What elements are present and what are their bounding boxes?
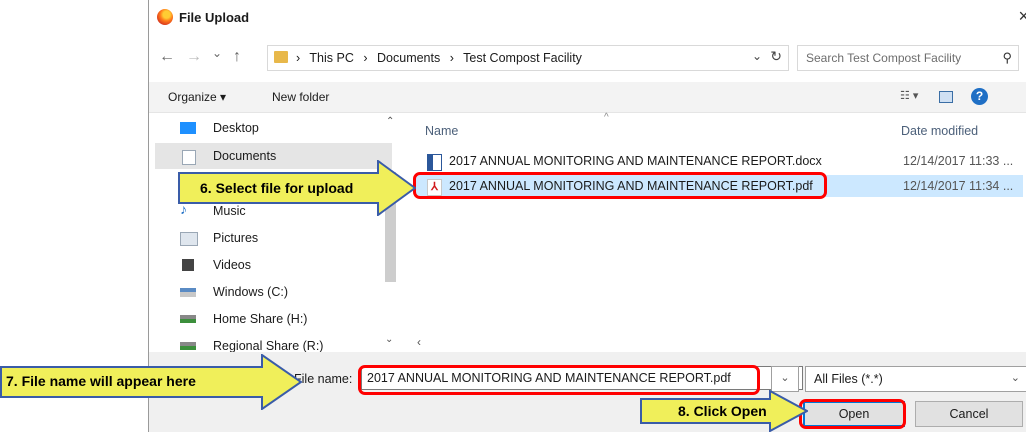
file-row[interactable]: 2017 ANNUAL MONITORING AND MAINTENANCE R…	[415, 150, 1023, 172]
navigation-bar: ← → ⌄ ↑ › This PC › Documents › Test Com…	[149, 44, 1026, 72]
organize-button[interactable]: Organize ▾	[168, 90, 226, 104]
sidebar-item-label: Pictures	[213, 231, 259, 245]
refresh-icon[interactable]: ↻	[770, 48, 782, 65]
breadcrumb-separator: ›	[296, 51, 301, 65]
file-type-select[interactable]: All Files (*.*) ⌄	[805, 366, 1026, 392]
desktop-icon	[180, 122, 196, 134]
sidebar-item-label: Videos	[213, 258, 251, 272]
word-document-icon	[427, 154, 442, 171]
breadcrumb-documents[interactable]: Documents	[377, 51, 440, 65]
search-input[interactable]: Search Test Compost Facility ⚲	[797, 45, 1019, 71]
preview-pane-icon[interactable]	[939, 91, 953, 103]
breadcrumb-test-compost-facility[interactable]: Test Compost Facility	[463, 51, 582, 65]
chevron-down-icon: ⌄	[1010, 372, 1020, 384]
search-icon: ⚲	[1002, 50, 1012, 65]
scroll-left-icon[interactable]: ‹	[417, 335, 421, 349]
change-view-icon[interactable]: ☷ ▾	[900, 89, 926, 103]
sidebar-item-desktop[interactable]: Desktop	[155, 115, 392, 141]
callout-step-6: 6. Select file for upload	[178, 160, 416, 216]
recent-locations-icon[interactable]: ⌄	[212, 46, 222, 60]
firefox-icon	[157, 9, 173, 25]
breadcrumb-this-pc[interactable]: This PC	[309, 51, 353, 65]
sidebar-item-label: Regional Share (R:)	[213, 339, 324, 353]
breadcrumb-separator: ›	[449, 51, 454, 65]
highlight-selected-file	[413, 172, 827, 199]
network-drive-icon	[180, 315, 196, 323]
new-folder-button[interactable]: New folder	[272, 90, 329, 104]
file-name-dropdown-icon[interactable]: ⌄	[771, 366, 799, 392]
file-date: 12/14/2017 11:33 ...	[903, 154, 1014, 168]
network-drive-icon	[180, 342, 196, 350]
address-bar[interactable]: › This PC › Documents › Test Compost Fac…	[267, 45, 789, 71]
close-icon[interactable]: ×	[1018, 6, 1026, 27]
callout-step-7-text: 7. File name will appear here	[6, 373, 196, 389]
callout-step-8: 8. Click Open	[640, 390, 808, 432]
callout-step-8-text: 8. Click Open	[678, 403, 767, 419]
drive-icon	[180, 288, 196, 297]
up-arrow-icon[interactable]: ↑	[233, 48, 241, 66]
sidebar-item-videos[interactable]: Videos	[155, 252, 392, 278]
command-toolbar: Organize ▾ New folder ☷ ▾ ?	[149, 82, 1026, 113]
dialog-title: File Upload	[179, 10, 250, 25]
file-type-value: All Files (*.*)	[814, 372, 883, 386]
forward-arrow-icon[interactable]: →	[186, 48, 202, 66]
sort-ascending-icon: ^	[604, 112, 609, 123]
navigation-pane-scrollbar[interactable]: ⌃	[382, 112, 399, 352]
back-arrow-icon[interactable]: ←	[159, 48, 175, 66]
file-date: 12/14/2017 11:34 ...	[903, 179, 1014, 193]
sidebar-item-home-share[interactable]: Home Share (H:)	[155, 306, 392, 332]
address-dropdown-icon[interactable]: ⌄	[752, 49, 762, 63]
scroll-down-icon[interactable]: ⌄	[385, 334, 393, 345]
sidebar-item-windows-c[interactable]: Windows (C:)	[155, 279, 392, 305]
file-name-label: File name:	[294, 372, 353, 386]
pictures-icon	[180, 232, 198, 246]
breadcrumb: › This PC › Documents › Test Compost Fac…	[296, 51, 588, 65]
callout-step-6-text: 6. Select file for upload	[200, 180, 354, 196]
cancel-button[interactable]: Cancel	[915, 401, 1023, 427]
title-bar: File Upload ×	[149, 0, 1026, 34]
videos-icon	[182, 259, 194, 271]
help-icon[interactable]: ?	[971, 88, 988, 105]
column-header-date-modified[interactable]: Date modified	[901, 124, 978, 138]
sidebar-item-pictures[interactable]: Pictures	[155, 225, 392, 251]
highlight-open-button	[799, 399, 906, 429]
file-list: ^ Name Date modified 2017 ANNUAL MONITOR…	[401, 112, 1026, 352]
sidebar-item-label: Desktop	[213, 121, 259, 135]
horizontal-scrollbar[interactable]: ‹	[399, 335, 1026, 352]
callout-step-7: 7. File name will appear here	[0, 354, 302, 410]
folder-icon	[274, 51, 288, 63]
file-name: 2017 ANNUAL MONITORING AND MAINTENANCE R…	[449, 154, 822, 168]
sidebar-item-label: Windows (C:)	[213, 285, 289, 299]
search-placeholder: Search Test Compost Facility	[806, 51, 962, 65]
scroll-up-icon[interactable]: ⌃	[386, 116, 394, 127]
sidebar-item-label: Home Share (H:)	[213, 312, 308, 326]
column-header-name[interactable]: Name	[425, 124, 458, 138]
breadcrumb-separator: ›	[363, 51, 368, 65]
navigation-pane: Desktop Documents ♪ Music Pictures Video…	[149, 112, 399, 354]
